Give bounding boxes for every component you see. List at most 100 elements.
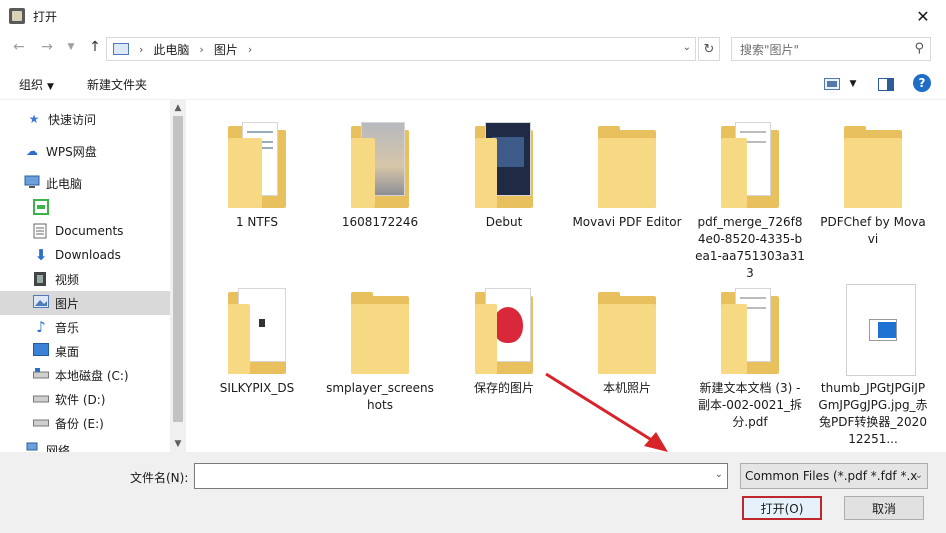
sidebar-item-label: 此电脑 — [46, 176, 83, 191]
sidebar-item-drive-e[interactable]: 备份 (E:) — [0, 411, 170, 435]
refresh-button[interactable]: ↻ — [698, 37, 720, 61]
drive-icon — [33, 368, 49, 379]
file-list: 1 NTFS 1608172246 Debut Movavi PDF Edito… — [186, 100, 946, 452]
address-dropdown-icon[interactable]: ⌄ — [683, 42, 691, 53]
close-button[interactable]: ✕ — [900, 0, 946, 32]
sidebar-item-drive-d[interactable]: 软件 (D:) — [0, 387, 170, 411]
folder-icon — [588, 280, 666, 376]
video-icon — [34, 272, 46, 286]
filename-input[interactable]: ⌄ — [194, 463, 728, 489]
navigation-bar: ← → ▼ ↑ › 此电脑 › 图片 › ⌄ ↻ 搜索"图片" ⚲ — [0, 34, 946, 62]
sidebar-item-drive-c[interactable]: 本地磁盘 (C:) — [0, 363, 170, 387]
file-item[interactable]: SILKYPIX_DS — [202, 280, 312, 397]
sidebar-item-label: 本地磁盘 (C:) — [55, 368, 129, 383]
sidebar-item-label: 备份 (E:) — [55, 416, 104, 431]
sidebar-item-pictures[interactable]: 图片 — [0, 291, 170, 315]
sidebar-scrollbar[interactable]: ▲ ▼ — [170, 100, 186, 452]
sidebar-item-label: 音乐 — [55, 320, 80, 335]
sidebar-item-wps-cloud[interactable]: ☁ WPS网盘 — [0, 139, 170, 163]
file-name: Debut — [485, 215, 523, 229]
folder-icon — [218, 114, 296, 210]
file-type-select[interactable]: Common Files (*.pdf *.fdf *.x ⌄ — [740, 463, 928, 489]
folder-icon — [711, 114, 789, 210]
recent-locations-button[interactable]: ▼ — [60, 36, 82, 58]
file-type-value: Common Files (*.pdf *.fdf *.x — [745, 469, 918, 483]
search-placeholder: 搜索"图片" — [740, 42, 800, 57]
filename-label: 文件名(N): — [130, 471, 189, 485]
forward-button[interactable]: → — [36, 36, 58, 58]
file-name: 1 NTFS — [235, 215, 279, 229]
star-icon: ★ — [28, 112, 40, 126]
folder-icon — [341, 280, 419, 376]
scroll-up-icon[interactable]: ▲ — [170, 100, 186, 116]
download-icon: ⬇ — [34, 246, 48, 264]
change-view-button[interactable] — [822, 74, 842, 94]
folder-strawberry-icon — [465, 280, 543, 376]
dialog-footer: 文件名(N): ⌄ Common Files (*.pdf *.fdf *.x … — [0, 452, 946, 533]
folder-icon — [218, 280, 296, 376]
network-icon — [26, 442, 38, 451]
folder-location-icon — [113, 43, 129, 55]
sidebar-item-documents[interactable]: Documents — [0, 219, 170, 243]
search-input[interactable]: 搜索"图片" ⚲ — [731, 37, 931, 61]
file-name: thumb_JPGtJPGiJPGmJPGgJPG.jpg_赤兔PDF转换器_2… — [818, 381, 928, 446]
refresh-icon: ↻ — [703, 41, 715, 57]
address-bar[interactable]: › 此电脑 › 图片 › ⌄ — [106, 37, 696, 61]
sidebar-item-label: 快速访问 — [48, 112, 97, 127]
file-name: 本机照片 — [602, 381, 651, 395]
file-item[interactable]: 1 NTFS — [202, 114, 312, 231]
open-button[interactable]: 打开(O) — [742, 496, 822, 520]
sidebar-item-desktop[interactable]: 桌面 — [0, 339, 170, 363]
file-name: Movavi PDF Editor — [572, 215, 682, 229]
document-icon — [33, 223, 47, 239]
breadcrumb-this-pc[interactable]: 此电脑 — [153, 41, 189, 58]
file-item[interactable]: smplayer_screenshots — [325, 280, 435, 414]
new-folder-button[interactable]: 新建文件夹 — [87, 76, 147, 93]
scroll-down-icon[interactable]: ▼ — [170, 436, 186, 452]
file-item[interactable]: 新建文本文档 (3) - 副本-002-0021_拆分.pdf — [695, 280, 805, 431]
cancel-button[interactable]: 取消 — [844, 496, 924, 520]
organize-button[interactable]: 组织 ▼ — [19, 76, 54, 93]
chevron-down-icon[interactable]: ⌄ — [715, 469, 723, 480]
sidebar-item-music[interactable]: ♪ 音乐 — [0, 315, 170, 339]
sidebar-item-this-pc[interactable]: 此电脑 — [0, 171, 170, 195]
up-button[interactable]: ↑ — [84, 36, 106, 58]
file-item[interactable]: Debut — [449, 114, 559, 231]
music-icon: ♪ — [36, 318, 46, 336]
window-title: 打开 — [33, 9, 58, 24]
app-icon — [9, 8, 25, 24]
file-name: smplayer_screenshots — [326, 381, 434, 412]
sidebar-item-label: 桌面 — [55, 344, 80, 359]
preview-pane-button[interactable] — [876, 74, 896, 94]
scrollbar-thumb[interactable] — [173, 116, 183, 422]
sidebar-item-videos[interactable]: 视频 — [0, 267, 170, 291]
file-item[interactable]: Movavi PDF Editor — [572, 114, 682, 231]
chevron-right-icon[interactable]: › — [139, 43, 143, 56]
image-file-icon — [834, 280, 916, 376]
file-item[interactable]: PDFChef by Movavi — [818, 114, 928, 248]
breadcrumb-pictures[interactable]: 图片 — [214, 41, 238, 58]
file-item[interactable]: 保存的图片 — [449, 280, 559, 397]
file-item[interactable]: pdf_merge_726f84e0-8520-4335-bea1-aa7513… — [695, 114, 805, 282]
back-button[interactable]: ← — [8, 36, 30, 58]
help-icon[interactable]: ? — [913, 74, 931, 92]
file-name: pdf_merge_726f84e0-8520-4335-bea1-aa7513… — [695, 215, 805, 280]
chevron-right-icon[interactable]: › — [248, 43, 252, 56]
view-options-button[interactable]: ▼ — [843, 74, 863, 94]
file-item[interactable]: thumb_JPGtJPGiJPGmJPGgJPG.jpg_赤兔PDF转换器_2… — [818, 280, 928, 448]
sidebar-item-app[interactable] — [0, 195, 170, 219]
file-item[interactable]: 本机照片 — [572, 280, 682, 397]
cloud-icon: ☁ — [26, 144, 38, 158]
folder-icon — [834, 114, 912, 210]
file-item[interactable]: 1608172246 — [325, 114, 435, 231]
sidebar-item-label: 网络 — [46, 443, 71, 453]
title-bar: 打开 ✕ — [0, 0, 946, 32]
chevron-right-icon[interactable]: › — [199, 43, 203, 56]
file-name: PDFChef by Movavi — [820, 215, 926, 246]
picture-icon — [33, 295, 49, 308]
sidebar-item-downloads[interactable]: ⬇ Downloads — [0, 243, 170, 267]
sidebar-item-network[interactable]: 网络 — [0, 438, 170, 452]
chevron-down-icon: ⌄ — [914, 470, 923, 481]
caret-down-icon: ▼ — [849, 79, 857, 89]
sidebar-item-quick-access[interactable]: ★ 快速访问 — [0, 107, 170, 131]
